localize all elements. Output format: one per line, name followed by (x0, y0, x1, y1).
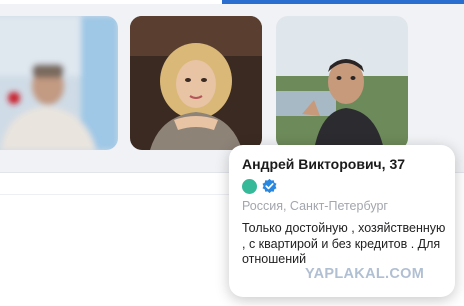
man-selfie-photo (276, 16, 408, 150)
profile-tile-2[interactable] (130, 16, 262, 150)
top-accent-bar (222, 0, 464, 4)
status-badges (242, 178, 443, 195)
panel-divider (0, 194, 230, 195)
profile-tile-3[interactable] (276, 16, 408, 150)
profile-tile-1[interactable] (0, 16, 118, 150)
online-status-icon (242, 179, 257, 194)
profile-location: Россия, Санкт-Петербург (242, 199, 388, 213)
woman-portrait-photo (130, 16, 262, 150)
verified-icon (261, 178, 278, 195)
site-watermark: YAPLAKAL.COM (305, 266, 425, 282)
blurred-person-photo (0, 16, 118, 150)
profile-about: Только достойную , хозяйственную , с ква… (242, 221, 446, 266)
profile-name[interactable]: Андрей Викторович, 37 (242, 155, 443, 173)
